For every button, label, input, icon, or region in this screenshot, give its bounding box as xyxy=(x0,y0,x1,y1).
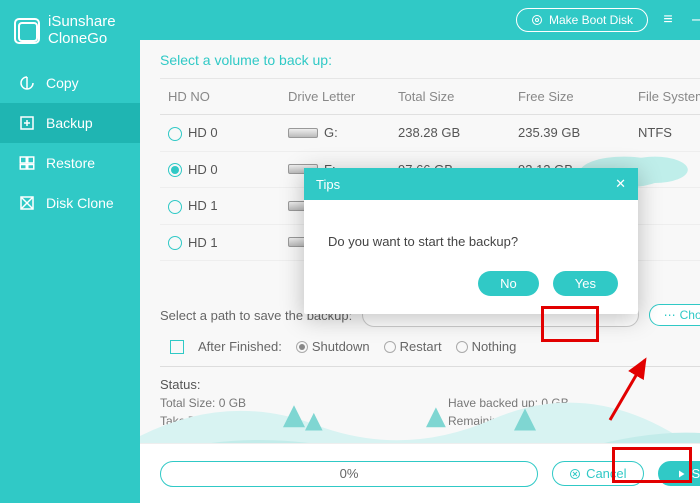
nav-copy[interactable]: Copy xyxy=(0,63,140,103)
nav-backup[interactable]: Backup xyxy=(0,103,140,143)
make-boot-disk-button[interactable]: Make Boot Disk xyxy=(516,8,648,32)
nav-restore-label: Restore xyxy=(46,155,95,171)
titlebar: Make Boot Disk ≡ — ✕ xyxy=(140,0,700,40)
disc-icon xyxy=(531,14,543,26)
dialog-yes-button[interactable]: Yes xyxy=(553,271,618,296)
nav-clone-label: Disk Clone xyxy=(46,195,114,211)
status-total: Total Size: 0 GB xyxy=(160,396,448,410)
disk-clone-icon xyxy=(18,194,36,212)
after-finished-label: After Finished: xyxy=(198,339,282,354)
progress-bar: 0% xyxy=(160,461,538,487)
status-take: Take Time: 0 s xyxy=(160,414,448,428)
status-backed: Have backed up: 0 GB xyxy=(448,396,700,410)
status-title: Status: xyxy=(160,377,700,392)
status-remain: Remaining Time: 0 s xyxy=(448,414,700,428)
footer: 0% Cancel Start xyxy=(140,443,700,503)
start-button[interactable]: Start xyxy=(658,461,700,486)
minimize-icon[interactable]: — xyxy=(688,8,700,32)
disk-icon xyxy=(288,128,318,138)
copy-icon xyxy=(18,74,36,92)
nav-restore[interactable]: Restore xyxy=(0,143,140,183)
nav-disk-clone[interactable]: Disk Clone xyxy=(0,183,140,223)
table-row[interactable]: HD 0G:238.28 GB235.39 GBNTFS xyxy=(160,115,700,152)
opt-shutdown[interactable]: Shutdown xyxy=(296,339,370,354)
select-volume-label: Select a volume to back up: xyxy=(160,52,700,68)
menu-icon[interactable]: ≡ xyxy=(656,8,680,32)
status-box: Status: Total Size: 0 GB Have backed up:… xyxy=(160,366,700,428)
backup-icon xyxy=(18,114,36,132)
opt-nothing[interactable]: Nothing xyxy=(456,339,517,354)
after-finished-row: After Finished: Shutdown Restart Nothing xyxy=(160,339,700,354)
play-icon xyxy=(675,468,687,480)
after-finished-checkbox[interactable] xyxy=(170,340,184,354)
opt-restart[interactable]: Restart xyxy=(384,339,442,354)
nav-copy-label: Copy xyxy=(46,75,79,91)
dialog-close-icon[interactable]: ✕ xyxy=(615,176,626,192)
cancel-icon xyxy=(569,468,581,480)
row-radio[interactable] xyxy=(168,236,182,250)
row-radio[interactable] xyxy=(168,200,182,214)
restore-icon xyxy=(18,154,36,172)
row-radio[interactable] xyxy=(168,127,182,141)
dialog-message: Do you want to start the backup? xyxy=(304,200,638,271)
nav-backup-label: Backup xyxy=(46,115,93,131)
table-header: HD NO Drive Letter Total Size Free Size … xyxy=(160,79,700,115)
sidebar: iSunshareCloneGo Copy Backup Restore Dis… xyxy=(0,0,140,503)
app-name: iSunshareCloneGo xyxy=(48,14,116,47)
tips-dialog: Tips ✕ Do you want to start the backup? … xyxy=(304,168,638,314)
cancel-button[interactable]: Cancel xyxy=(552,461,643,486)
choose-button[interactable]: ⋯Choose xyxy=(649,304,700,326)
app-logo: iSunshareCloneGo xyxy=(0,0,140,63)
dialog-header: Tips ✕ xyxy=(304,168,638,200)
row-radio[interactable] xyxy=(168,163,182,177)
dialog-no-button[interactable]: No xyxy=(478,271,539,296)
logo-icon xyxy=(14,18,40,44)
dialog-title: Tips xyxy=(316,177,340,192)
